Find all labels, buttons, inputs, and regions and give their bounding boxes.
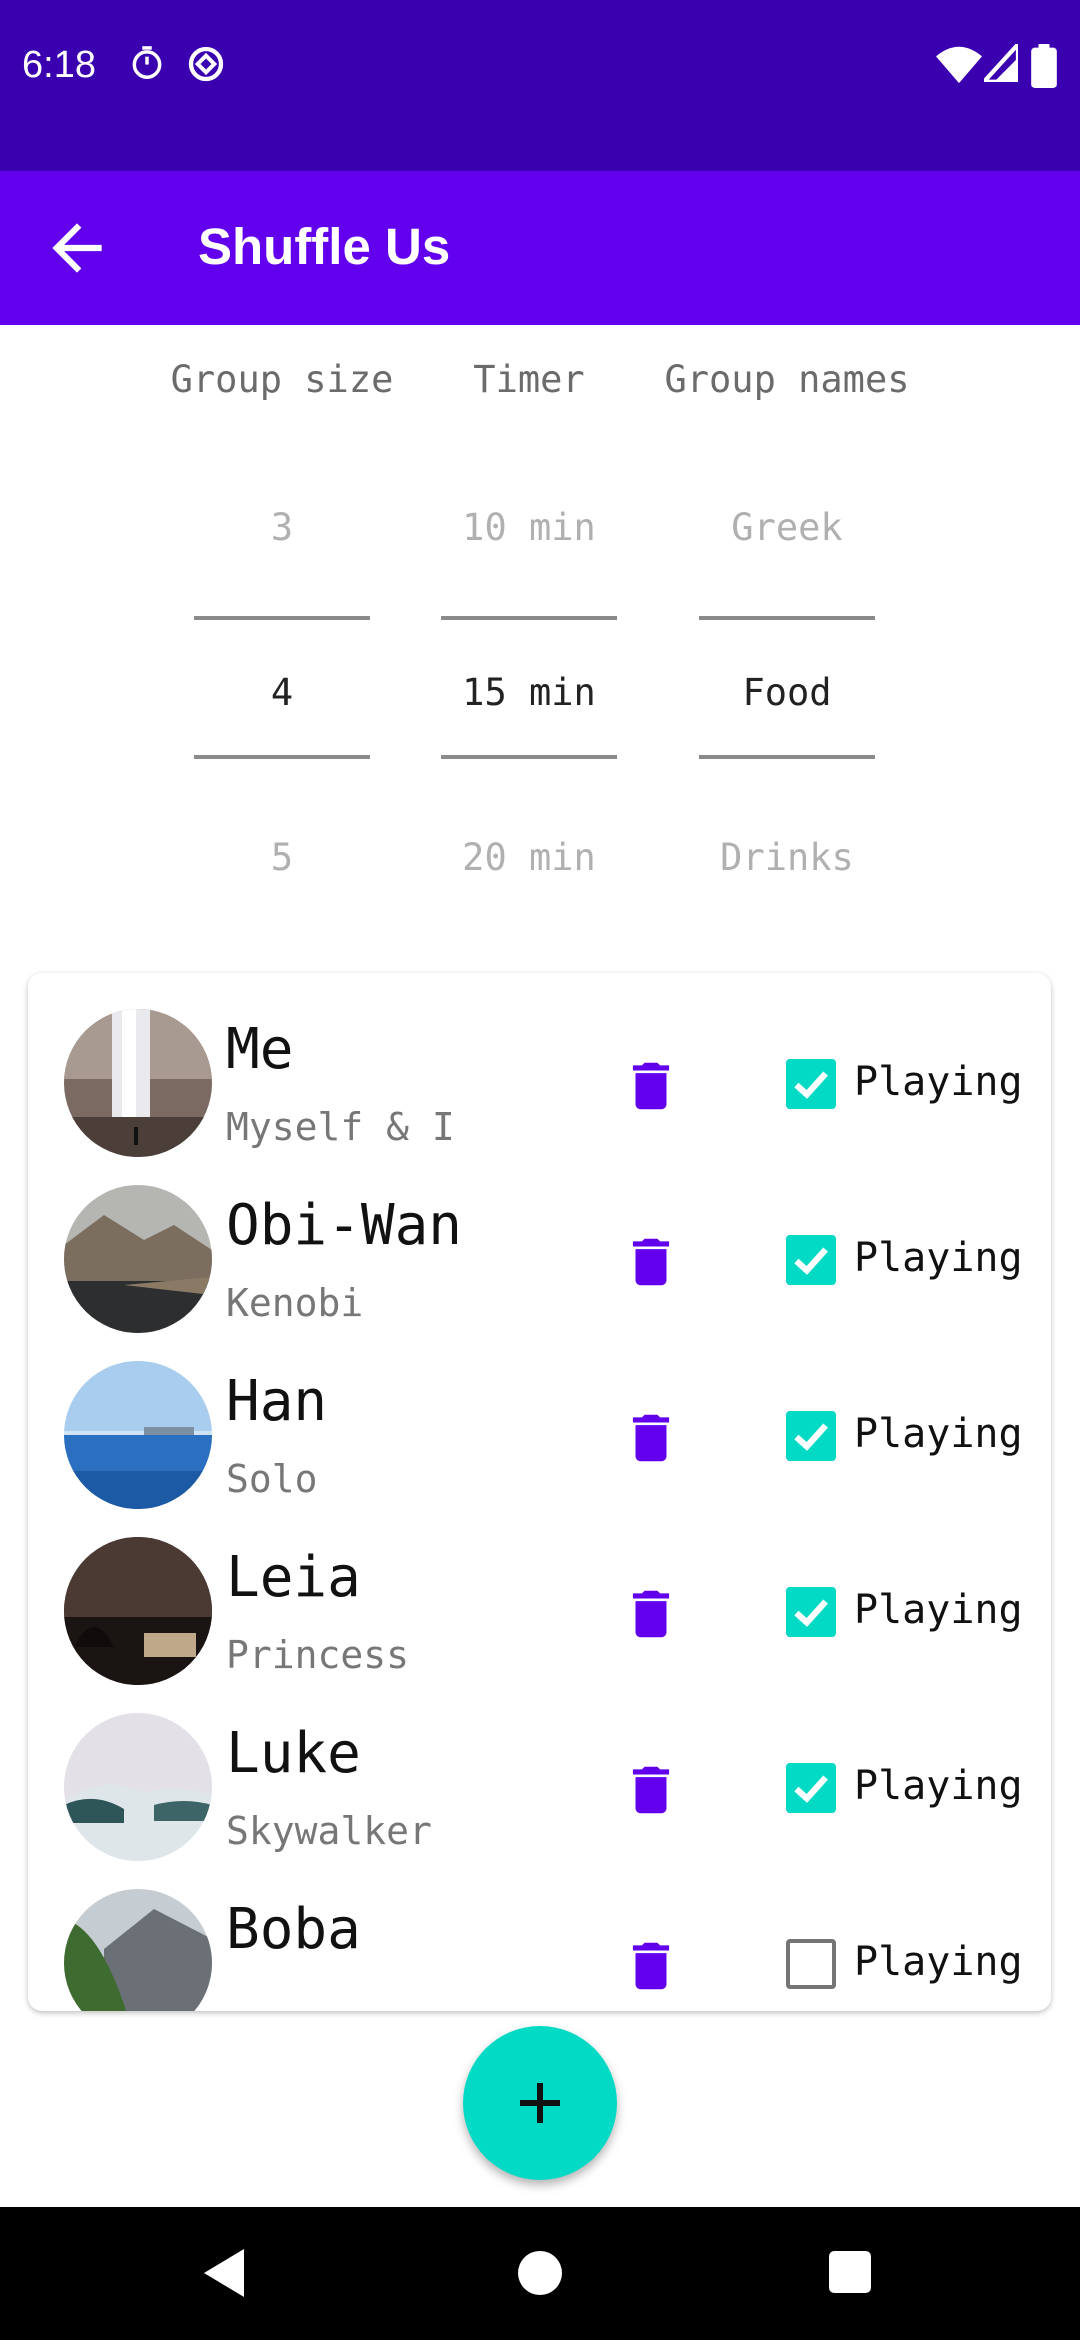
signal-icon xyxy=(984,44,1018,82)
picker-selected[interactable]: 4 xyxy=(271,671,293,714)
picker-option-below[interactable]: Drinks xyxy=(720,836,854,879)
playing-checkbox[interactable] xyxy=(786,1587,836,1637)
avatar xyxy=(64,1361,212,1509)
player-name: Leia xyxy=(226,1545,361,1610)
player-row[interactable]: Me Myself & I Playing xyxy=(28,973,1051,1157)
player-subtitle: Solo xyxy=(226,1457,318,1501)
navigation-bar xyxy=(0,2207,1080,2340)
picker-divider xyxy=(699,755,875,759)
plus-icon xyxy=(520,2083,560,2123)
picker-divider xyxy=(194,755,370,759)
player-row[interactable]: Boba Playing xyxy=(28,1853,1051,2011)
trash-icon[interactable] xyxy=(620,1935,682,1997)
picker-header-timer: Timer xyxy=(473,358,585,401)
picker-option-above[interactable]: Greek xyxy=(731,506,842,549)
picker-option-above[interactable]: 3 xyxy=(271,506,293,549)
picker-divider xyxy=(699,616,875,620)
battery-icon xyxy=(1031,44,1057,88)
playing-checkbox[interactable] xyxy=(786,1059,836,1109)
status-bar: 6:18 xyxy=(0,0,1080,171)
player-row[interactable]: Han Solo Playing xyxy=(28,1325,1051,1509)
player-row[interactable]: Luke Skywalker Playing xyxy=(28,1677,1051,1861)
trash-icon[interactable] xyxy=(620,1231,682,1293)
home-circle-icon[interactable] xyxy=(518,2251,562,2295)
app-bar: Shuffle Us xyxy=(0,171,1080,325)
picker-header-group-names: Group names xyxy=(664,358,910,401)
playing-label: Playing xyxy=(854,1763,1023,1809)
avatar xyxy=(64,1713,212,1861)
trash-icon[interactable] xyxy=(620,1759,682,1821)
playing-checkbox[interactable] xyxy=(786,1763,836,1813)
add-player-button[interactable] xyxy=(463,2026,617,2180)
picker-header-group-size: Group size xyxy=(170,358,394,401)
player-row[interactable]: Obi-Wan Kenobi Playing xyxy=(28,1149,1051,1333)
picker-selected[interactable]: Food xyxy=(742,671,831,714)
page-title: Shuffle Us xyxy=(198,218,451,275)
picker-divider xyxy=(441,616,617,620)
playing-label: Playing xyxy=(854,1411,1023,1457)
player-subtitle: Kenobi xyxy=(226,1281,364,1325)
playing-checkbox[interactable] xyxy=(786,1411,836,1461)
playing-checkbox[interactable] xyxy=(786,1939,836,1989)
trash-icon[interactable] xyxy=(620,1407,682,1469)
recents-square-icon[interactable] xyxy=(829,2251,871,2293)
player-row[interactable]: Leia Princess Playing xyxy=(28,1501,1051,1685)
playing-label: Playing xyxy=(854,1939,1023,1985)
trash-icon[interactable] xyxy=(620,1583,682,1645)
data-saver-icon xyxy=(188,46,224,82)
player-list-card: Me Myself & I Playing Obi-Wan Kenobi Pla… xyxy=(28,973,1051,2011)
player-name: Han xyxy=(226,1369,328,1434)
picker-option-above[interactable]: 10 min xyxy=(462,506,596,549)
timer-icon xyxy=(132,46,162,79)
trash-icon[interactable] xyxy=(620,1055,682,1117)
player-name: Obi-Wan xyxy=(226,1193,463,1258)
avatar xyxy=(64,1185,212,1333)
player-name: Me xyxy=(226,1017,294,1082)
playing-checkbox[interactable] xyxy=(786,1235,836,1285)
player-subtitle: Myself & I xyxy=(226,1105,455,1149)
player-name: Luke xyxy=(226,1721,361,1786)
status-time: 6:18 xyxy=(22,44,96,86)
playing-label: Playing xyxy=(854,1587,1023,1633)
avatar xyxy=(64,1009,212,1157)
player-subtitle: Skywalker xyxy=(226,1809,432,1853)
avatar xyxy=(64,1889,212,2011)
back-triangle-icon[interactable] xyxy=(200,2247,248,2299)
picker-option-below[interactable]: 20 min xyxy=(462,836,596,879)
playing-label: Playing xyxy=(854,1235,1023,1281)
picker-divider xyxy=(194,616,370,620)
player-name: Boba xyxy=(226,1897,361,1962)
avatar xyxy=(64,1537,212,1685)
picker-option-below[interactable]: 5 xyxy=(271,836,293,879)
playing-label: Playing xyxy=(854,1059,1023,1105)
wifi-icon xyxy=(936,46,982,84)
player-subtitle: Princess xyxy=(226,1633,410,1677)
picker-selected[interactable]: 15 min xyxy=(462,671,596,714)
arrow-back-icon[interactable] xyxy=(40,211,114,285)
picker-divider xyxy=(441,755,617,759)
